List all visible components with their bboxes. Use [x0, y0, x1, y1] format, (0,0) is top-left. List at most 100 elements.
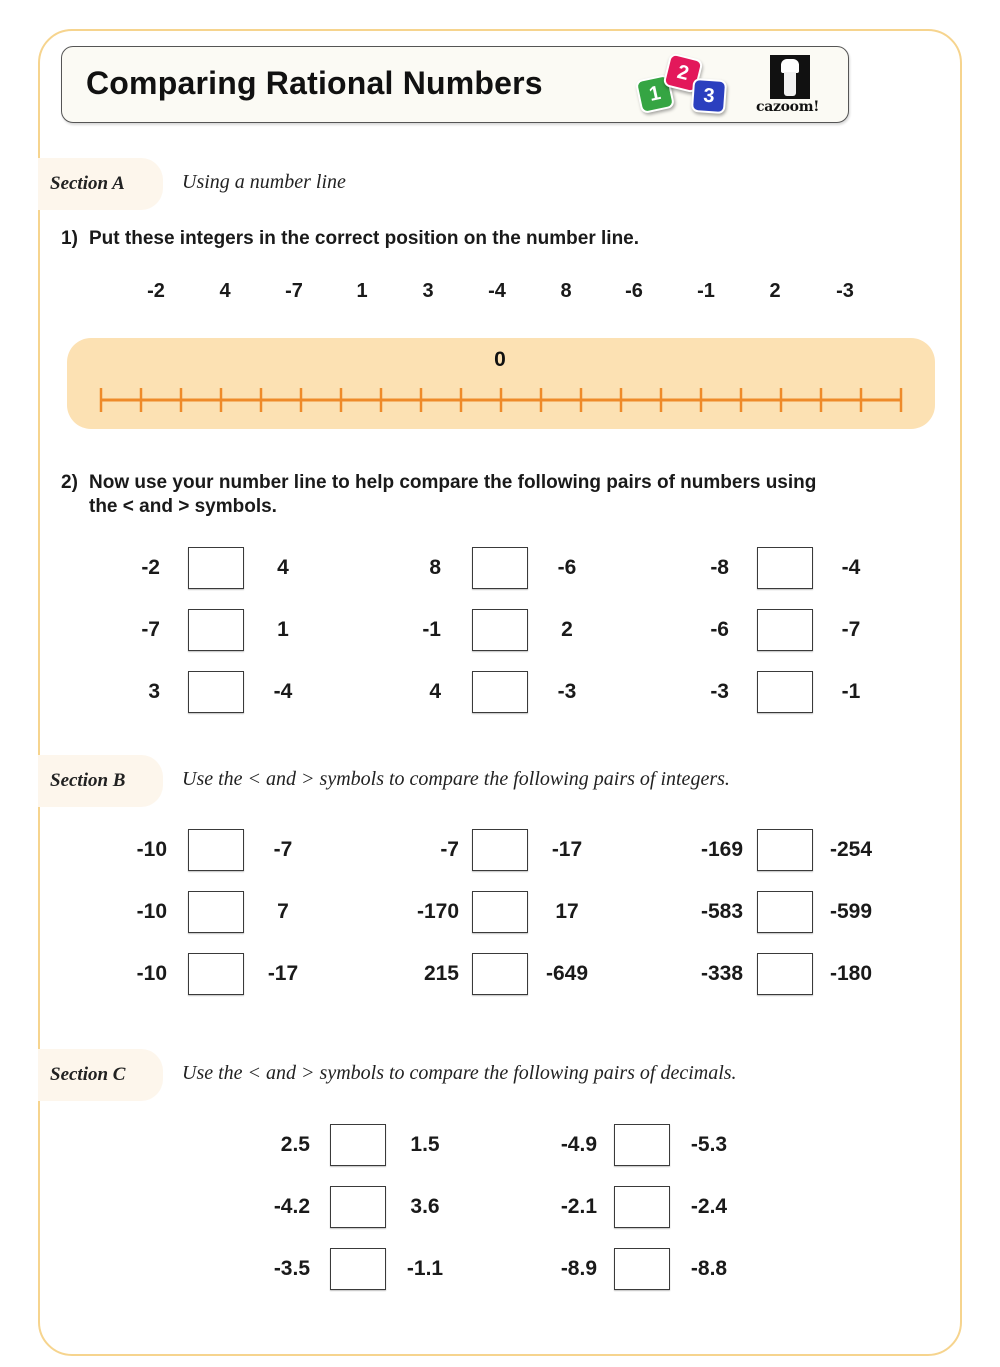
right-number: -6	[557, 556, 577, 579]
right-number: -649	[545, 962, 589, 985]
dice-logo: 1 2 3	[634, 51, 734, 119]
answer-box[interactable]	[188, 891, 244, 933]
answer-box[interactable]	[472, 891, 528, 933]
answer-box[interactable]	[472, 671, 528, 713]
answer-box[interactable]	[614, 1248, 670, 1290]
right-number: -3	[557, 680, 577, 703]
left-number: -583	[700, 900, 743, 923]
right-number: -180	[829, 962, 873, 985]
right-number: -599	[829, 900, 873, 923]
left-number: -3	[710, 680, 729, 703]
integer-item[interactable]: 2	[755, 280, 795, 303]
integer-item[interactable]: -1	[686, 280, 726, 303]
section-c-description: Use the < and > symbols to compare the f…	[182, 1062, 737, 1084]
integer-item[interactable]: -6	[614, 280, 654, 303]
left-number: -170	[416, 900, 459, 923]
right-number: -4	[841, 556, 861, 579]
number-line	[99, 388, 903, 412]
answer-box[interactable]	[614, 1124, 670, 1166]
question-1-text: Put these integers in the correct positi…	[89, 228, 640, 249]
left-number: -1	[422, 618, 441, 641]
integer-list: -2 4 -7 1 3 -4 8 -6 -1 2 -3	[0, 280, 1000, 306]
answer-box[interactable]	[757, 829, 813, 871]
die-three-icon: 3	[690, 77, 728, 115]
integer-item[interactable]: 1	[342, 280, 382, 303]
answer-box[interactable]	[330, 1124, 386, 1166]
answer-box[interactable]	[188, 671, 244, 713]
left-number: -4.9	[560, 1133, 597, 1156]
section-a-description: Using a number line	[182, 171, 346, 193]
question-2-text-line1: Now use your number line to help compare…	[89, 472, 817, 493]
section-b-description: Use the < and > symbols to compare the f…	[182, 768, 730, 790]
integer-item[interactable]: -3	[825, 280, 865, 303]
right-number: 1	[277, 618, 289, 641]
left-number: -7	[141, 618, 160, 641]
left-number: -6	[710, 618, 729, 641]
left-number: -10	[136, 838, 167, 861]
right-number: 3.6	[410, 1195, 440, 1218]
number-line-panel: 0	[67, 338, 935, 429]
integer-item[interactable]: -2	[136, 280, 176, 303]
answer-box[interactable]	[757, 953, 813, 995]
right-number: -7	[273, 838, 293, 861]
integer-item[interactable]: 4	[205, 280, 245, 303]
answer-box[interactable]	[472, 609, 528, 651]
left-number: -4.2	[273, 1195, 310, 1218]
brand-logo: cazoom!	[752, 55, 819, 117]
right-number: 7	[277, 900, 289, 923]
integer-item[interactable]: -4	[477, 280, 517, 303]
question-1-number: 1)	[61, 228, 78, 249]
right-number: 1.5	[410, 1133, 440, 1156]
answer-box[interactable]	[757, 671, 813, 713]
left-number: 2.5	[280, 1133, 310, 1156]
right-number: -5.3	[690, 1133, 728, 1156]
answer-box[interactable]	[330, 1186, 386, 1228]
right-number: 2	[561, 618, 573, 641]
answer-box[interactable]	[188, 547, 244, 589]
answer-box[interactable]	[472, 953, 528, 995]
right-number: -1	[841, 680, 861, 703]
question-2-text-line2: the < and > symbols.	[89, 496, 277, 517]
right-number: -8.8	[690, 1257, 728, 1280]
left-number: -7	[440, 838, 459, 861]
integer-item[interactable]: 8	[546, 280, 586, 303]
left-number: 8	[429, 556, 441, 579]
page-title: Comparing Rational Numbers	[86, 65, 543, 101]
section-c-tab: Section C	[38, 1049, 163, 1101]
right-number: -4	[273, 680, 293, 703]
section-b-label: Section B	[50, 770, 126, 791]
answer-box[interactable]	[188, 953, 244, 995]
answer-box[interactable]	[757, 609, 813, 651]
right-number: -1.1	[406, 1257, 444, 1280]
left-number: -3.5	[273, 1257, 310, 1280]
section-a-label: Section A	[50, 173, 125, 194]
right-number: -254	[829, 838, 873, 861]
right-number: -2.4	[690, 1195, 728, 1218]
section-b-tab: Section B	[38, 755, 163, 807]
section-c-label: Section C	[50, 1064, 126, 1085]
integer-item[interactable]: 3	[408, 280, 448, 303]
right-number: -7	[841, 618, 861, 641]
question-2-number: 2)	[61, 472, 78, 493]
integer-item[interactable]: -7	[274, 280, 314, 303]
answer-box[interactable]	[757, 891, 813, 933]
answer-box[interactable]	[757, 547, 813, 589]
brand-name: cazoom!	[756, 99, 820, 115]
answer-box[interactable]	[614, 1186, 670, 1228]
right-number: -17	[551, 838, 583, 861]
drum-icon	[770, 55, 810, 99]
left-number: -10	[136, 900, 167, 923]
right-number: -17	[267, 962, 299, 985]
title-banner: Comparing Rational Numbers 1 2 3 cazoom!	[61, 46, 849, 123]
left-number: -338	[700, 962, 743, 985]
answer-box[interactable]	[472, 829, 528, 871]
left-number: -2.1	[560, 1195, 597, 1218]
left-number: -2	[141, 556, 160, 579]
left-number: -8.9	[560, 1257, 597, 1280]
answer-box[interactable]	[188, 829, 244, 871]
right-number: 17	[555, 900, 579, 923]
left-number: 3	[148, 680, 160, 703]
answer-box[interactable]	[472, 547, 528, 589]
answer-box[interactable]	[188, 609, 244, 651]
answer-box[interactable]	[330, 1248, 386, 1290]
